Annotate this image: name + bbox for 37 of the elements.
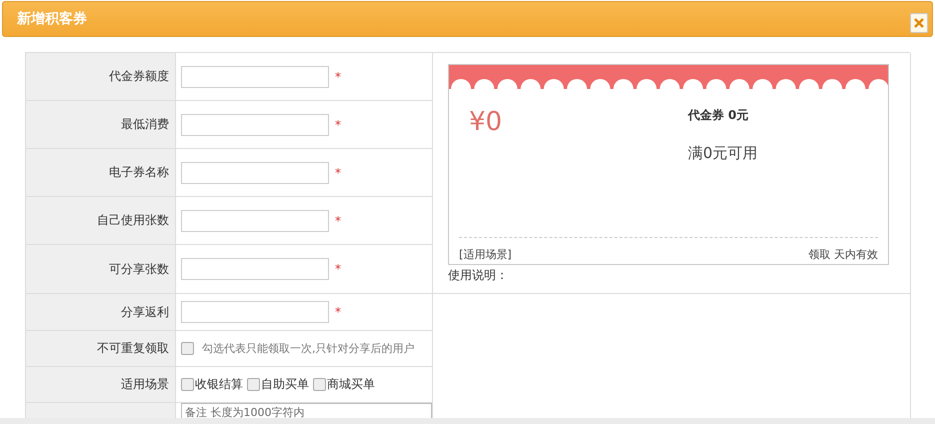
input-field[interactable] — [181, 114, 329, 136]
field-label: 不可重复领取 — [26, 331, 176, 367]
field-label: 电子券名称 — [26, 149, 176, 197]
required-mark: * — [335, 305, 341, 319]
field-label: 分享返利 — [26, 294, 176, 331]
coupon-condition: 满0元可用 — [688, 144, 759, 163]
checkbox[interactable] — [313, 378, 326, 391]
field-label: 可分享张数 — [26, 245, 176, 294]
input-field[interactable] — [181, 162, 329, 184]
required-mark: * — [335, 214, 341, 228]
checkbox[interactable] — [181, 378, 194, 391]
required-mark: * — [335, 70, 341, 84]
hint-text: 勾选代表只能领取一次,只针对分享后的用户 — [202, 341, 414, 356]
checkbox-label: 商城买单 — [327, 376, 375, 393]
checkbox-label: 收银结算 — [195, 376, 243, 393]
required-mark: * — [335, 118, 341, 132]
checkbox[interactable] — [247, 378, 260, 391]
required-mark: * — [335, 262, 341, 276]
checkbox-label: 自助买单 — [261, 376, 309, 393]
field-label: 自己使用张数 — [26, 197, 176, 245]
input-field[interactable] — [181, 66, 329, 88]
close-icon — [914, 18, 924, 28]
coupon-validity: 领取 天内有效 — [808, 247, 878, 262]
coupon-scenes: [适用场景] — [459, 247, 512, 262]
field-label: 代金券额度 — [26, 53, 176, 101]
coupon-name: 代金券 0元 — [688, 107, 750, 124]
input-field[interactable] — [181, 210, 329, 232]
usage-label: 使用说明： — [448, 267, 509, 284]
field-label: 最低消费 — [26, 101, 176, 149]
window-title: 新增积客券 — [17, 10, 87, 28]
checkbox[interactable] — [181, 342, 194, 355]
input-field[interactable] — [181, 301, 329, 323]
field-label: 适用场景 — [26, 367, 176, 403]
coupon-amount: ¥0 — [469, 107, 502, 139]
required-mark: * — [335, 166, 341, 180]
close-button[interactable] — [910, 13, 928, 33]
input-field[interactable] — [181, 258, 329, 280]
